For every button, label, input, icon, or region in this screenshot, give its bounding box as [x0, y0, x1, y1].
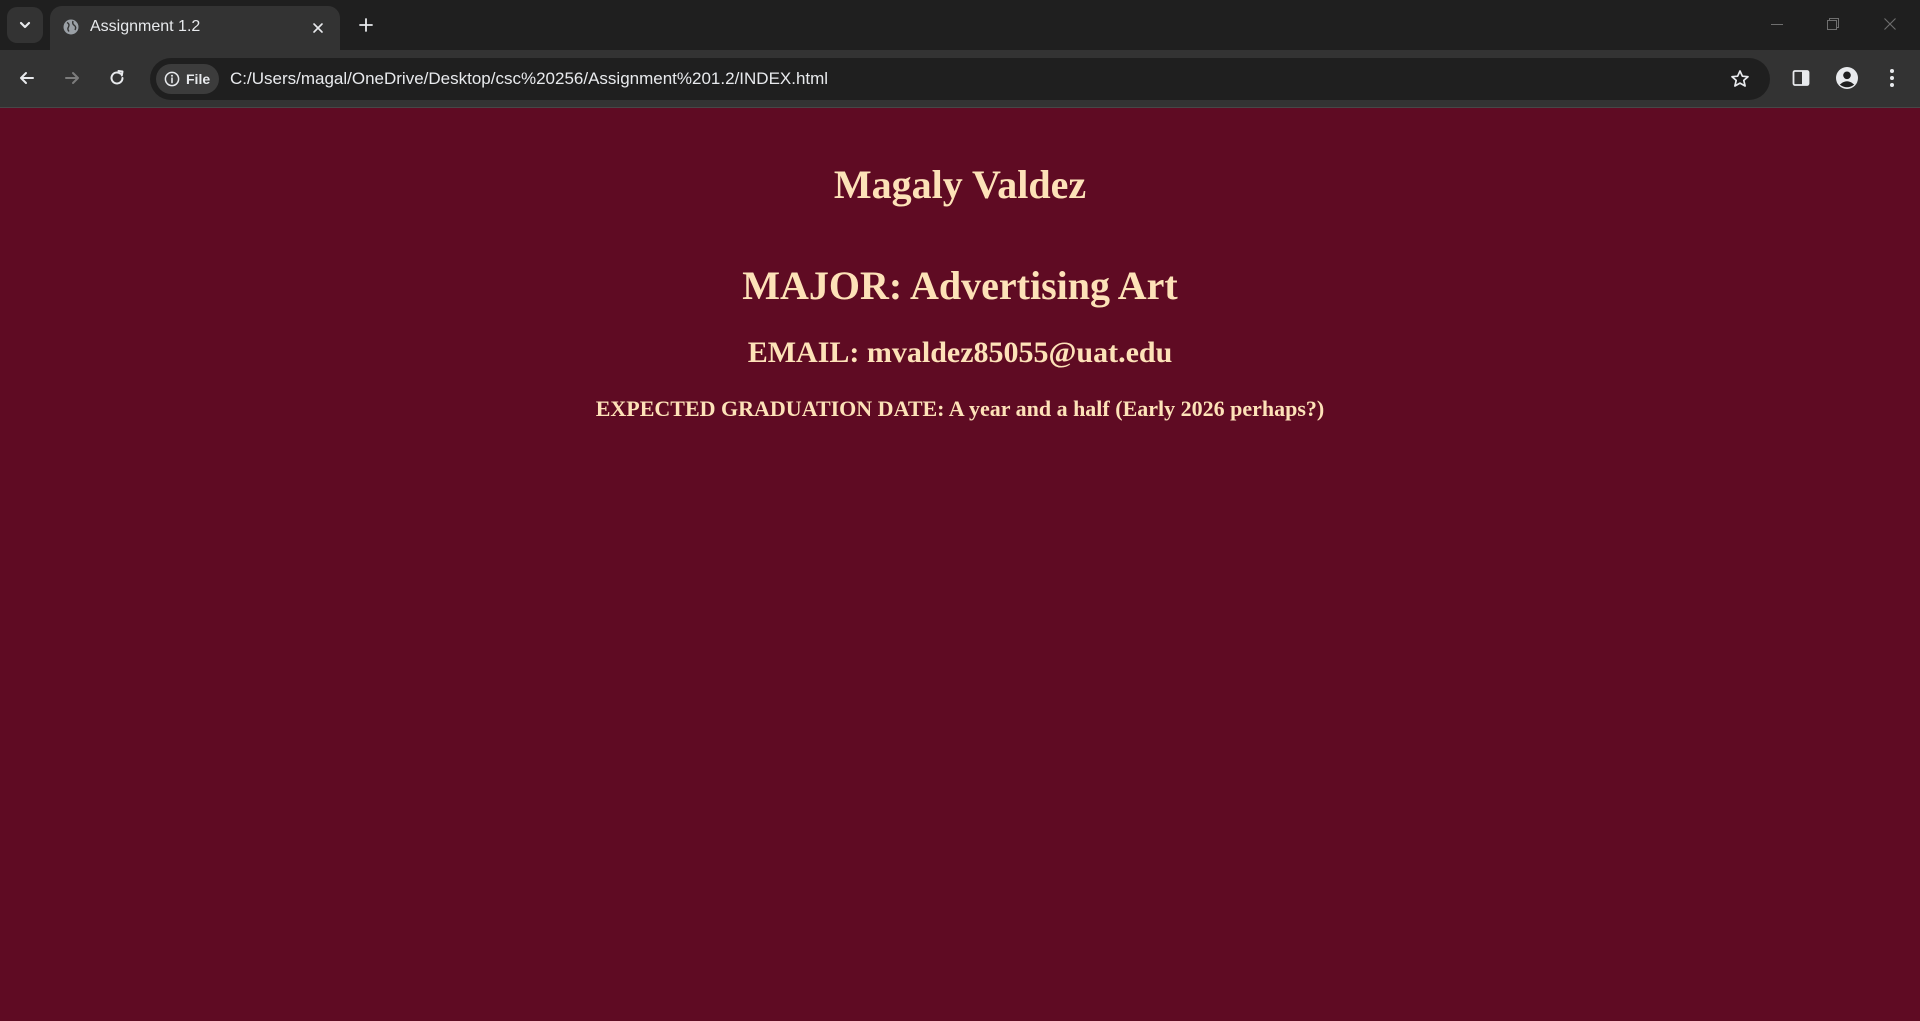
plus-icon: [359, 18, 373, 32]
page-heading-email: EMAIL: mvaldez85055@uat.edu: [747, 336, 1173, 369]
minimize-icon: [1771, 24, 1783, 25]
browser-tab[interactable]: Assignment 1.2: [50, 6, 340, 50]
browser-menu-button[interactable]: [1875, 61, 1909, 95]
site-info-label: File: [186, 71, 211, 87]
page-heading-major: MAJOR: Advertising Art: [742, 263, 1178, 308]
back-button[interactable]: [10, 61, 44, 95]
close-icon: [313, 23, 323, 33]
chevron-down-icon: [19, 21, 31, 29]
arrow-right-icon: [65, 72, 79, 84]
browser-titlebar: Assignment 1.2: [0, 0, 1920, 50]
url-text[interactable]: C:/Users/magal/OneDrive/Desktop/csc%2025…: [230, 69, 828, 89]
info-icon: [164, 71, 180, 87]
reload-icon: [110, 70, 124, 85]
kebab-menu-icon: [1890, 69, 1894, 87]
person-icon: [1836, 67, 1858, 89]
arrow-left-icon: [20, 72, 34, 84]
restore-icon: [1827, 18, 1839, 30]
minimize-window-button[interactable]: [1759, 6, 1795, 42]
page-heading-name: Magaly Valdez: [833, 162, 1087, 207]
browser-toolbar: File C:/Users/magal/OneDrive/Desktop/csc…: [0, 50, 1920, 108]
new-tab-button[interactable]: [352, 11, 380, 39]
side-panel-icon: [1792, 70, 1810, 86]
tab-search-button[interactable]: [7, 7, 43, 43]
side-panel-button[interactable]: [1784, 61, 1818, 95]
close-window-button[interactable]: [1872, 6, 1908, 42]
site-info-chip[interactable]: File: [156, 64, 220, 94]
forward-button[interactable]: [55, 61, 89, 95]
tab-title: Assignment 1.2: [90, 18, 201, 35]
profile-button[interactable]: [1830, 61, 1864, 95]
reload-button[interactable]: [100, 61, 134, 95]
bookmark-button[interactable]: [1727, 66, 1753, 92]
tab-close-button[interactable]: [308, 18, 328, 38]
address-bar[interactable]: File C:/Users/magal/OneDrive/Desktop/csc…: [150, 58, 1770, 100]
close-icon: [1884, 18, 1896, 30]
restore-window-button[interactable]: [1815, 6, 1851, 42]
globe-icon: [61, 17, 81, 37]
star-icon: [1731, 70, 1749, 87]
page-heading-graduation: EXPECTED GRADUATION DATE: A year and a h…: [595, 396, 1325, 421]
page-content: Magaly Valdez MAJOR: Advertising Art EMA…: [0, 109, 1920, 1021]
